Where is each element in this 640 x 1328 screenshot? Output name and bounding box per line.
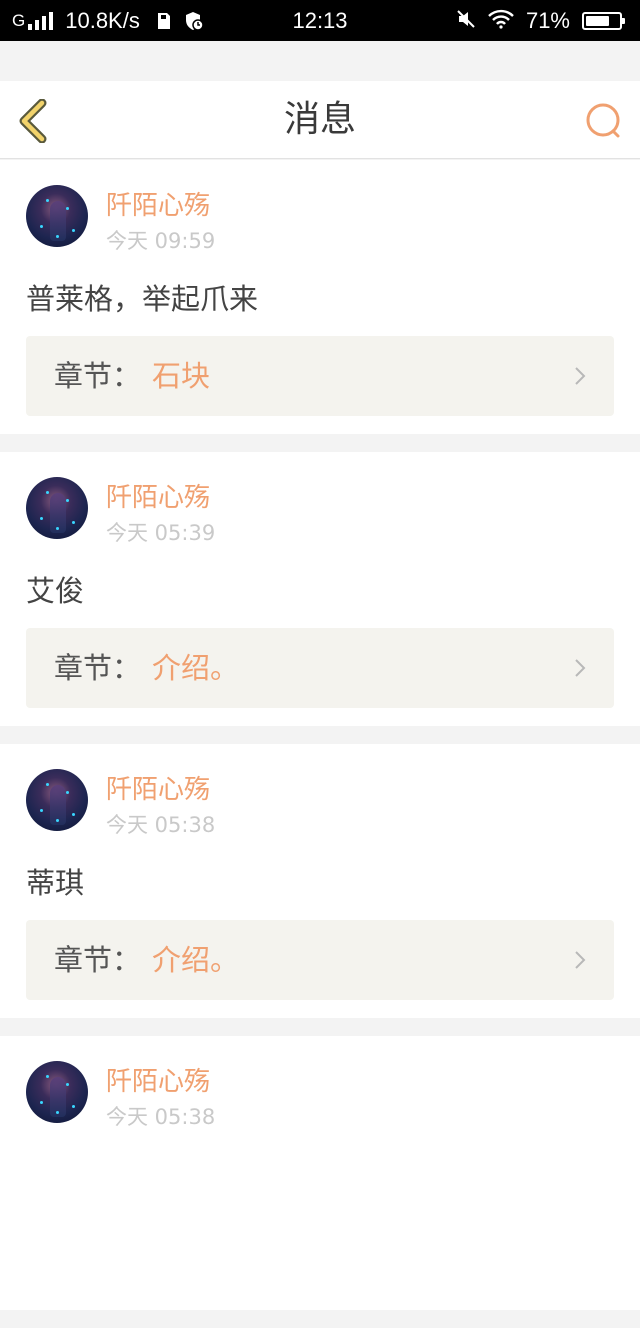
signal-icon [28,12,54,30]
network-speed: 10.8K/s [65,8,140,33]
back-button[interactable] [14,98,54,144]
chevron-left-icon [19,98,47,144]
avatar[interactable] [26,769,88,831]
chapter-name: 介绍。 [152,943,240,977]
avatar[interactable] [26,477,88,539]
chapter-link[interactable]: 章节： 介绍。 [26,920,614,1000]
message-list: 阡陌心殇 今天 09:59 普莱格，举起爪来 章节： 石块 阡陌心殇 今天 05:39… [0,160,640,1328]
chevron-right-icon [575,367,586,385]
message-time: 今天 05:38 [106,813,216,837]
message-text: 蒂琪 [26,866,85,900]
message-time: 今天 05:38 [106,1105,216,1129]
chapter-link[interactable]: 章节： 介绍。 [26,628,614,708]
author-name[interactable]: 阡陌心殇 [106,774,210,806]
avatar[interactable] [26,185,88,247]
message-card[interactable]: 阡陌心殇今天 05:38 [0,1036,640,1310]
sd-card-icon [156,12,172,30]
chapter-name: 石块 [152,359,211,393]
message-time: 今天 05:39 [106,521,216,545]
nav-bar: 消息 [0,81,640,159]
author-name[interactable]: 阡陌心殇 [106,1066,210,1098]
search-button[interactable] [584,101,624,141]
author-name[interactable]: 阡陌心殇 [106,190,210,222]
message-card[interactable]: 阡陌心殇今天 05:38 蒂琪 章节： 介绍。 [0,744,640,1018]
battery-icon [582,12,625,30]
message-text: 普莱格，举起爪来 [26,282,259,316]
chapter-label: 章节： [54,651,142,685]
mute-icon [456,9,476,34]
chapter-link[interactable]: 章节： 石块 [26,336,614,416]
chevron-right-icon [575,951,586,969]
chapter-name: 介绍。 [152,651,240,685]
author-name[interactable]: 阡陌心殇 [106,482,210,514]
battery-fill [586,16,609,26]
avatar[interactable] [26,1061,88,1123]
top-spacer [0,41,640,81]
message-time: 今天 09:59 [106,229,216,253]
chapter-label: 章节： [54,943,142,977]
message-text: 艾俊 [26,574,85,608]
search-icon [586,103,620,138]
battery-percent: 71% [525,8,570,33]
status-right: 71% [456,7,625,35]
network-type: G [12,11,26,30]
shield-icon [184,11,204,31]
chapter-label: 章节： [54,359,142,393]
status-left: G 10.8K/s [12,7,216,35]
message-card[interactable]: 阡陌心殇今天 09:59 普莱格，举起爪来 章节： 石块 [0,160,640,434]
status-bar: G 10.8K/s 12:13 71% [0,0,640,41]
page-title: 消息 [283,99,356,140]
message-card[interactable]: 阡陌心殇今天 05:39 艾俊 章节： 介绍。 [0,452,640,726]
wifi-icon [488,9,514,34]
chevron-right-icon [575,659,586,677]
